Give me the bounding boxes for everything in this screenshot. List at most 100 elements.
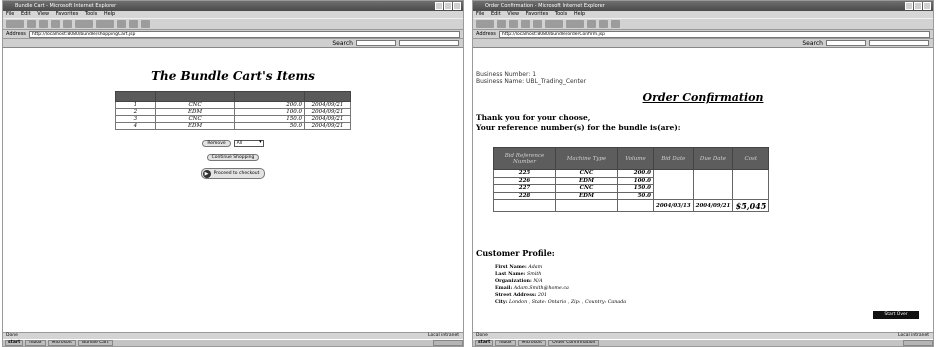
minimize-button[interactable] bbox=[435, 2, 443, 10]
table-row: 225 CNC 200.0 bbox=[493, 169, 770, 200]
cart-table: 1 CNC 200.0 2004/09/21 2 EDM 100.0 2004/… bbox=[115, 91, 351, 130]
back-button[interactable] bbox=[6, 20, 24, 28]
business-name: Business Name: UBL_Trading_Center bbox=[476, 78, 587, 85]
date: 2004/09/21 bbox=[304, 115, 351, 123]
profile-field: Organization: N/A bbox=[495, 278, 543, 284]
first-name: Adam bbox=[528, 265, 543, 270]
summary-row: 2004/03/13 2004/09/21 $5,045 bbox=[493, 199, 770, 212]
email: Adam.Smith@home.ca bbox=[513, 286, 569, 291]
history-button[interactable] bbox=[117, 20, 126, 28]
system-tray bbox=[903, 340, 933, 346]
menu-help[interactable]: Help bbox=[104, 11, 115, 17]
checkout-button[interactable]: ▶ Proceed to checkout bbox=[200, 168, 266, 179]
status-text: Done bbox=[476, 333, 488, 338]
taskbar-item[interactable]: Inbox bbox=[495, 340, 516, 346]
thanks-line: Thank you for your choose, bbox=[476, 113, 591, 122]
taskbar-item[interactable]: Order Confirmation bbox=[548, 340, 600, 346]
menu-favorites[interactable]: Favorites bbox=[56, 11, 79, 17]
address-input[interactable]: http://localhost:8080/bundle/shoppingCar… bbox=[28, 30, 460, 38]
machine-type: EDM bbox=[555, 176, 618, 185]
organization: N/A bbox=[533, 279, 543, 284]
reference-number: 227 bbox=[493, 184, 556, 193]
column-header bbox=[234, 91, 306, 102]
favorites-button[interactable] bbox=[96, 20, 114, 28]
search-input[interactable] bbox=[356, 40, 396, 46]
date: 2004/09/21 bbox=[304, 108, 351, 116]
status-bar: Done Local intranet bbox=[473, 332, 933, 339]
menu-bar: File Edit View Favorites Tools Help bbox=[3, 11, 463, 18]
remove-button[interactable]: Remove bbox=[202, 140, 231, 147]
search-toolbar-button[interactable] bbox=[75, 20, 93, 28]
business-number: Business Number: 1 bbox=[476, 71, 537, 78]
remove-select[interactable]: All bbox=[233, 140, 264, 147]
value: 100.0 bbox=[234, 108, 306, 116]
table-row: 3 CNC 150.0 2004/09/21 bbox=[115, 115, 351, 123]
taskbar-item[interactable]: Inbox bbox=[25, 340, 46, 346]
window-controls bbox=[435, 2, 461, 10]
start-button[interactable]: start bbox=[5, 340, 24, 346]
machine-type: CNC bbox=[154, 115, 236, 123]
menu-tools[interactable]: Tools bbox=[85, 11, 97, 17]
search-toolbar: Search bbox=[3, 39, 463, 48]
volume: 50.0 bbox=[617, 191, 654, 200]
value: 50.0 bbox=[234, 122, 306, 130]
reference-number: 228 bbox=[493, 191, 556, 200]
remove-controls: Remove All bbox=[3, 140, 463, 147]
profile-field: Last Name: Smith bbox=[495, 271, 542, 277]
row-number: 1 bbox=[115, 101, 156, 109]
checkout-row: ▶ Proceed to checkout bbox=[3, 168, 463, 179]
address-bar: Address http://localhost:8080/bundle/sho… bbox=[3, 30, 463, 39]
continue-shopping-button[interactable]: Continue Shopping bbox=[206, 154, 260, 161]
refresh-button[interactable] bbox=[51, 20, 60, 28]
due-date: 2004/09/21 bbox=[692, 199, 734, 212]
continue-row: Continue Shopping bbox=[3, 154, 463, 161]
date: 2004/09/21 bbox=[304, 122, 351, 130]
reference-line: Your reference number(s) for the bundle … bbox=[476, 123, 681, 132]
table-row: 1 CNC 200.0 2004/09/21 bbox=[115, 101, 351, 109]
machine-type: EDM bbox=[154, 122, 236, 130]
page-title: The Bundle Cart's Items bbox=[151, 69, 315, 83]
date: 2004/09/21 bbox=[304, 101, 351, 109]
total-cost: $5,045 bbox=[732, 199, 770, 212]
column-header: Bid Reference Number bbox=[493, 147, 556, 170]
search-options[interactable] bbox=[399, 40, 459, 46]
column-header: Bid Date bbox=[653, 147, 694, 170]
column-header bbox=[115, 91, 156, 102]
close-button[interactable] bbox=[453, 2, 461, 10]
start-over-button[interactable]: Start Over bbox=[873, 311, 919, 319]
street-address: 201 bbox=[537, 293, 548, 298]
profile-field: Street Address: 201 bbox=[495, 292, 548, 298]
menu-file[interactable]: File bbox=[6, 11, 14, 17]
taskbar-item[interactable]: Bundle Cart bbox=[78, 340, 113, 346]
forward-button[interactable] bbox=[27, 20, 36, 28]
value: 200.0 bbox=[234, 101, 306, 109]
maximize-button[interactable] bbox=[444, 2, 452, 10]
column-header: Due Date bbox=[692, 147, 734, 170]
business-info: Business Number: 1 Business Name: UBL_Tr… bbox=[476, 71, 586, 85]
mail-button[interactable] bbox=[129, 20, 138, 28]
bid-date: 2004/03/13 bbox=[653, 199, 694, 212]
print-button[interactable] bbox=[141, 20, 150, 28]
right-browser-window: Order Confirmation - Microsoft Internet … bbox=[472, 0, 934, 347]
status-text: Done bbox=[6, 333, 18, 338]
taskbar-item[interactable]: Microsoft bbox=[47, 340, 77, 346]
stop-button[interactable] bbox=[39, 20, 48, 28]
window-titlebar: Bundle Cart - Microsoft Internet Explore… bbox=[3, 1, 463, 11]
column-header bbox=[154, 91, 236, 102]
profile-field: First Name: Adam bbox=[495, 264, 543, 270]
order-table: Bid Reference Number Machine Type Volume… bbox=[493, 147, 770, 212]
address-label: Address bbox=[6, 31, 26, 37]
city-line: London , State: Ontario , Zip: , Country… bbox=[508, 300, 627, 305]
row-number: 3 bbox=[115, 115, 156, 123]
menu-edit[interactable]: Edit bbox=[21, 11, 31, 17]
machine-type: EDM bbox=[555, 191, 618, 200]
row-number: 4 bbox=[115, 122, 156, 130]
profile-heading: Customer Profile: bbox=[476, 248, 555, 258]
machine-type: CNC bbox=[154, 101, 236, 109]
taskbar-item[interactable]: Microsoft bbox=[517, 340, 547, 346]
start-button[interactable]: start bbox=[475, 340, 494, 346]
reference-number: 225 bbox=[493, 169, 556, 178]
menu-view[interactable]: View bbox=[37, 11, 49, 17]
home-button[interactable] bbox=[63, 20, 72, 28]
status-bar: Done Local intranet bbox=[3, 332, 463, 339]
